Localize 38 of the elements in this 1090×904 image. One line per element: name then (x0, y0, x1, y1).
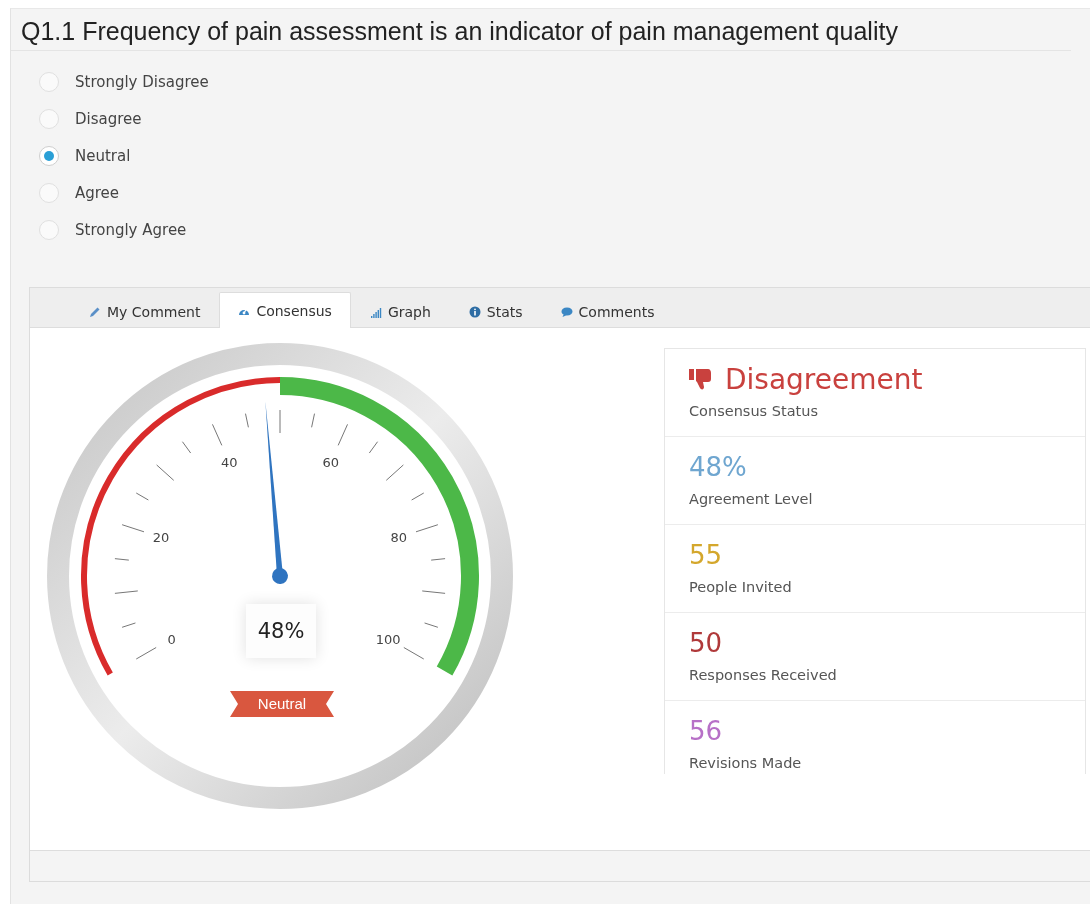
stat-value: 56 (689, 716, 723, 746)
gauge-tick-label: 0 (167, 631, 176, 647)
radio-button[interactable] (39, 109, 59, 129)
gauge-tick-label: 80 (390, 530, 408, 546)
option-label[interactable]: Disagree (75, 110, 142, 128)
tab[interactable]: Comments (541, 294, 674, 328)
pencil-icon (89, 305, 101, 318)
option-label[interactable]: Strongly Disagree (75, 73, 209, 91)
tab[interactable]: My Comment (70, 294, 220, 328)
ribbon-label: Neutral (230, 691, 334, 717)
option-label[interactable]: Neutral (75, 147, 131, 165)
stat-label: Responses Received (689, 667, 838, 683)
gauge-tick-label: 40 (220, 454, 238, 470)
radio-button[interactable] (39, 183, 59, 203)
status-value: Disagreement (725, 362, 923, 396)
speech-bubble-icon (560, 305, 573, 318)
question-title: Q1.1 Frequency of pain assessment is an indicator of pain management quality (11, 9, 1071, 51)
stat-label: People Invited (689, 579, 793, 595)
stat-value: 50 (689, 628, 723, 658)
radio-button[interactable] (39, 220, 59, 240)
tab[interactable]: Consensus (219, 292, 351, 328)
gauge-tick-label: 100 (375, 631, 401, 647)
signal-bars-icon (369, 305, 382, 318)
tab[interactable]: Stats (449, 294, 542, 328)
option-label[interactable]: Strongly Agree (75, 221, 187, 239)
stat-value: 55 (689, 540, 723, 570)
tab[interactable]: Graph (350, 294, 450, 328)
stat-label: Agreement Level (689, 491, 814, 507)
stat-label: Consensus Status (689, 403, 819, 419)
radio-button[interactable] (39, 72, 59, 92)
gauge-tick-label: 20 (152, 530, 170, 546)
stat-value: 48% (689, 452, 747, 482)
gauge-reading: 48% (246, 604, 316, 658)
gauge-tick-label: 60 (322, 454, 340, 470)
option-label[interactable]: Agree (75, 184, 120, 202)
radio-button[interactable] (39, 146, 59, 166)
info-icon (468, 305, 481, 318)
stat-label: Revisions Made (689, 755, 803, 771)
